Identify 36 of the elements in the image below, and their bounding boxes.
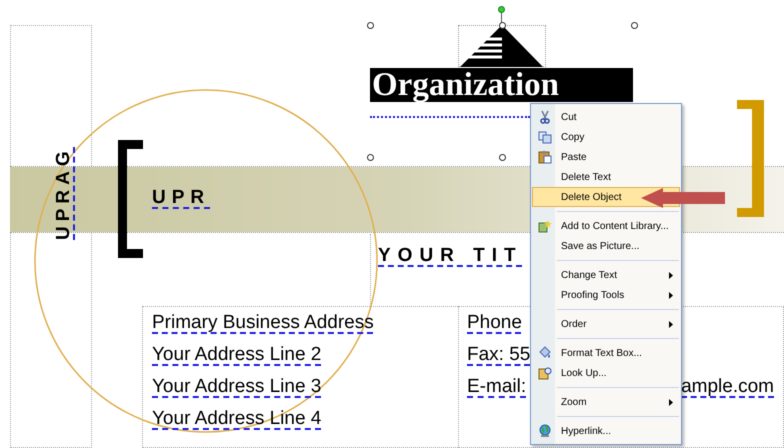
address-line: Your Address Line 4 [152, 407, 322, 431]
menu-item[interactable]: Format Text Box... [532, 343, 680, 363]
globe-icon [538, 424, 552, 438]
contact-text: Fax: 55 [467, 343, 530, 367]
menu-item[interactable]: Copy [532, 127, 680, 147]
rotation-handle[interactable] [498, 6, 505, 13]
paint-bucket-icon [538, 346, 552, 360]
scissors-icon [538, 110, 552, 124]
selection-handle[interactable] [631, 22, 638, 29]
title-text: YOUR TIT [378, 244, 523, 268]
selection-handle[interactable] [367, 154, 374, 161]
menu-item[interactable]: Order [532, 314, 680, 334]
triangle-logo-icon [460, 25, 543, 67]
selection-handle[interactable] [499, 22, 506, 29]
menu-item[interactable]: Add to Content Library... [532, 216, 680, 236]
menu-item[interactable]: Cut [532, 107, 680, 127]
contact-text: Phone [467, 311, 522, 335]
menu-item[interactable]: Delete Text [532, 167, 680, 187]
vertical-text: UPRAG [52, 146, 75, 240]
menu-item[interactable]: Zoom [532, 392, 680, 412]
book-search-icon [538, 366, 552, 380]
menu-item[interactable]: Change Text [532, 265, 680, 285]
address-line: Your Address Line 2 [152, 343, 322, 367]
menu-item[interactable]: Paste [532, 147, 680, 167]
contact-text: ample.com [681, 375, 774, 399]
menu-item[interactable]: Look Up... [532, 363, 680, 383]
menu-item[interactable]: Save as Picture... [532, 236, 680, 256]
contact-text: E-mail: [467, 375, 526, 399]
copy-icon [538, 130, 552, 144]
menu-item[interactable]: Proofing Tools [532, 285, 680, 305]
clipboard-icon [538, 150, 552, 164]
band-text: UPR [152, 186, 210, 210]
menu-item[interactable]: Hyperlink... [532, 421, 680, 441]
selection-handle[interactable] [499, 154, 506, 161]
selection-handle[interactable] [367, 22, 374, 29]
library-add-icon [538, 219, 552, 233]
